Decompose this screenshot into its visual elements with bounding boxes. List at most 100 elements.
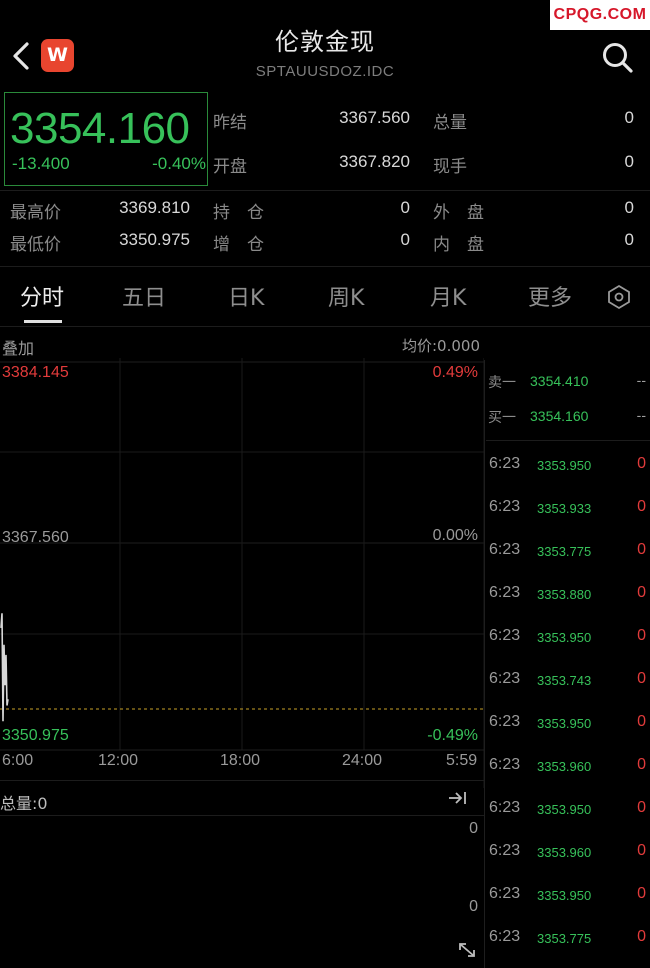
expand-icon[interactable] bbox=[454, 938, 480, 962]
price-change-percent: -0.40% bbox=[152, 154, 206, 173]
tick-time: 6:23 bbox=[489, 756, 521, 773]
stat-label-low: 最低价 bbox=[10, 235, 61, 255]
tick-price: 3353.775 bbox=[537, 931, 592, 946]
price-change: -13.400 bbox=[12, 154, 70, 173]
x-axis-label: 18:00 bbox=[220, 752, 261, 769]
tick-price: 3353.950 bbox=[537, 888, 592, 903]
tick-time: 6:23 bbox=[489, 455, 521, 472]
ask-1-volume: -- bbox=[636, 372, 646, 388]
tick-time: 6:23 bbox=[489, 584, 521, 601]
stat-label-prev-settle: 昨结 bbox=[213, 113, 247, 133]
ask-1-price: 3354.410 bbox=[530, 373, 589, 389]
watermark-logo: CPQG.COM bbox=[550, 0, 650, 30]
divider bbox=[0, 780, 484, 781]
volume-total-label: 总量:0 bbox=[0, 794, 48, 813]
stat-value-open: 3367.820 bbox=[339, 152, 410, 171]
y-axis-top-price: 3384.145 bbox=[2, 364, 69, 381]
chevron-left-icon[interactable] bbox=[8, 38, 36, 74]
tick-price: 3353.775 bbox=[537, 544, 592, 559]
divider bbox=[0, 326, 650, 327]
tick-volume: 0 bbox=[637, 455, 646, 472]
stat-label-high: 最高价 bbox=[10, 203, 61, 223]
tick-time: 6:23 bbox=[489, 842, 521, 859]
x-axis-label: 12:00 bbox=[98, 752, 139, 769]
tick-volume: 0 bbox=[637, 670, 646, 687]
tab-weekly-k[interactable]: 周K bbox=[328, 280, 364, 312]
tick-time: 6:23 bbox=[489, 885, 521, 902]
tick-price: 3353.743 bbox=[537, 673, 592, 688]
tab-five-day[interactable]: 五日 bbox=[122, 280, 166, 312]
divider bbox=[0, 190, 650, 191]
column-divider bbox=[484, 360, 485, 968]
search-icon[interactable] bbox=[598, 38, 636, 76]
tab-active-indicator bbox=[24, 320, 62, 323]
collapse-panel-icon[interactable] bbox=[446, 788, 470, 808]
divider bbox=[0, 266, 650, 267]
y-axis-bottom-price: 3350.975 bbox=[2, 727, 69, 744]
tick-time: 6:23 bbox=[489, 541, 521, 558]
tick-time: 6:23 bbox=[489, 799, 521, 816]
tick-price: 3353.950 bbox=[537, 630, 592, 645]
price-series-line bbox=[0, 613, 9, 722]
tick-price: 3353.950 bbox=[537, 802, 592, 817]
tick-time: 6:23 bbox=[489, 713, 521, 730]
y-axis-mid-pct: 0.00% bbox=[432, 527, 478, 544]
y-axis-mid-price: 3367.560 bbox=[2, 529, 69, 546]
stat-value-outer: 0 bbox=[624, 198, 634, 217]
chart-grid bbox=[0, 358, 484, 788]
stat-value-low: 3350.975 bbox=[119, 230, 190, 249]
stat-value-oi-change: 0 bbox=[400, 230, 410, 249]
x-axis-label: 5:59 bbox=[446, 752, 478, 769]
tick-time: 6:23 bbox=[489, 928, 521, 945]
tick-price: 3353.933 bbox=[537, 501, 592, 516]
tick-volume: 0 bbox=[637, 498, 646, 515]
tick-volume: 0 bbox=[637, 713, 646, 730]
x-axis-label: 6:00 bbox=[2, 752, 34, 769]
last-price: 3354.160 bbox=[10, 104, 190, 153]
tick-volume: 0 bbox=[637, 885, 646, 902]
stat-value-current-hand: 0 bbox=[624, 152, 634, 171]
stat-label-current-hand: 现手 bbox=[433, 157, 467, 177]
tick-price: 3353.880 bbox=[537, 587, 592, 602]
tick-volume: 0 bbox=[637, 584, 646, 601]
stat-value-inner: 0 bbox=[624, 230, 634, 249]
stat-label-total-volume: 总量 bbox=[433, 113, 467, 133]
stat-label-open-interest: 持 仓 bbox=[213, 203, 264, 223]
intraday-chart[interactable] bbox=[0, 358, 484, 788]
volume-axis-bottom: 0 bbox=[469, 898, 478, 915]
tick-time: 6:23 bbox=[489, 670, 521, 687]
stat-label-inner: 内 盘 bbox=[433, 235, 484, 255]
stat-label-open: 开盘 bbox=[213, 157, 247, 177]
tick-volume: 0 bbox=[637, 756, 646, 773]
bid-1-volume: -- bbox=[636, 407, 646, 423]
divider bbox=[0, 815, 484, 816]
tab-daily-k[interactable]: 日K bbox=[228, 280, 264, 312]
instrument-code: SPTAUUSDOZ.IDC bbox=[255, 63, 395, 80]
tick-price: 3353.960 bbox=[537, 759, 592, 774]
y-axis-top-pct: 0.49% bbox=[432, 364, 478, 381]
tick-volume: 0 bbox=[637, 928, 646, 945]
divider bbox=[486, 440, 650, 441]
tab-more[interactable]: 更多 bbox=[528, 280, 572, 312]
stat-label-oi-change: 增 仓 bbox=[213, 235, 264, 255]
y-axis-bottom-pct: -0.49% bbox=[427, 727, 478, 744]
tab-intraday[interactable]: 分时 bbox=[20, 280, 64, 312]
tick-price: 3353.960 bbox=[537, 845, 592, 860]
tick-time: 6:23 bbox=[489, 627, 521, 644]
settings-icon[interactable] bbox=[604, 282, 634, 312]
tick-volume: 0 bbox=[637, 627, 646, 644]
tab-monthly-k[interactable]: 月K bbox=[430, 280, 466, 312]
tick-volume: 0 bbox=[637, 541, 646, 558]
ask-1-label: 卖一 bbox=[488, 375, 516, 391]
tick-volume: 0 bbox=[637, 799, 646, 816]
tick-price: 3353.950 bbox=[537, 458, 592, 473]
tick-price: 3353.950 bbox=[537, 716, 592, 731]
bid-1-price: 3354.160 bbox=[530, 408, 589, 424]
avg-price-label: 均价:0.000 bbox=[402, 337, 480, 355]
stat-value-prev-settle: 3367.560 bbox=[339, 108, 410, 127]
stat-label-outer: 外 盘 bbox=[433, 203, 484, 223]
app-logo: W bbox=[41, 39, 74, 72]
overlay-button[interactable]: 叠加 bbox=[2, 335, 34, 359]
stat-value-high: 3369.810 bbox=[119, 198, 190, 217]
volume-axis-top: 0 bbox=[469, 820, 478, 837]
